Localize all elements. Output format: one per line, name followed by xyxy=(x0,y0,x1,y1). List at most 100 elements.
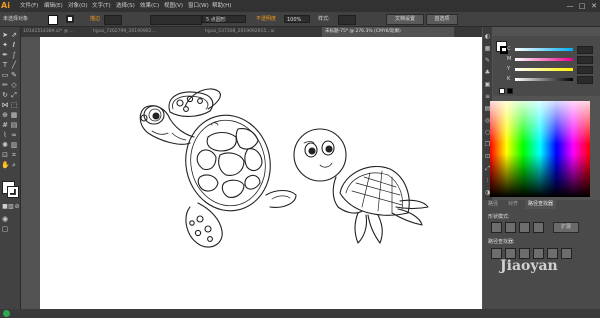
eraser-tool-icon[interactable]: ◇ xyxy=(10,81,18,89)
variable-width-profile[interactable] xyxy=(150,15,202,25)
menu-edit[interactable]: 编辑(E) xyxy=(44,1,63,11)
perspective-grid-tool-icon[interactable]: ▦ xyxy=(10,111,18,119)
yellow-label: Y xyxy=(507,66,511,72)
yellow-gradient xyxy=(515,68,573,71)
document-tabs: 1014151438¥.ai* @ ... hjpai_7262799_2019… xyxy=(20,27,482,37)
blend-tool-icon[interactable]: ∞ xyxy=(10,131,18,139)
shape-builder-tool-icon[interactable]: ⊕ xyxy=(1,111,9,119)
swatches-panel-icon[interactable]: ▦ xyxy=(484,45,491,52)
artboard[interactable] xyxy=(40,37,482,309)
black-value-field[interactable] xyxy=(577,76,593,84)
color-panel: C M Y K xyxy=(493,36,600,96)
minus-front-icon[interactable] xyxy=(505,222,516,233)
lasso-tool-icon[interactable]: ℓ xyxy=(10,41,18,49)
exclude-icon[interactable] xyxy=(533,222,544,233)
mesh-tool-icon[interactable]: # xyxy=(1,121,9,129)
pencil-tool-icon[interactable]: ✏ xyxy=(1,81,9,89)
magenta-gradient xyxy=(515,58,573,61)
gradient-tool-icon[interactable]: ▤ xyxy=(10,121,18,129)
graphic-style-dropdown[interactable] xyxy=(338,15,356,25)
tab-doc-2[interactable]: hjpai_7262799_20190902... xyxy=(90,27,200,37)
opacity-field[interactable]: 100% xyxy=(284,15,310,23)
cyan-label: C xyxy=(507,46,511,52)
document-setup-button[interactable]: 文档设置 xyxy=(386,14,424,25)
preferences-button[interactable]: 首选项 xyxy=(426,14,458,25)
black-slider[interactable]: K xyxy=(507,76,595,84)
brush-definition[interactable]: 5 点圆形 xyxy=(202,15,246,23)
width-tool-icon[interactable]: ⋈ xyxy=(1,101,9,109)
pen-tool-icon[interactable]: ✒ xyxy=(1,51,9,59)
brush-definition-label: 5 点圆形 xyxy=(206,17,226,23)
zoom-tool-icon[interactable]: ⌕ xyxy=(10,161,18,169)
paintbrush-tool-icon[interactable]: ✎ xyxy=(10,71,18,79)
rotate-tool-icon[interactable]: ↻ xyxy=(1,91,9,99)
black-gradient xyxy=(515,78,573,81)
menu-type[interactable]: 文字(T) xyxy=(92,1,111,11)
none-swatch[interactable] xyxy=(499,88,505,94)
screen-mode-icon[interactable]: ▢ xyxy=(1,225,9,233)
black-swatch[interactable] xyxy=(507,88,513,94)
close-button[interactable]: ✕ xyxy=(588,0,600,12)
maximize-button[interactable]: □ xyxy=(576,0,588,12)
minimize-button[interactable]: — xyxy=(564,0,576,12)
unite-icon[interactable] xyxy=(491,222,502,233)
column-graph-tool-icon[interactable]: ▥ xyxy=(10,141,18,149)
free-transform-tool-icon[interactable]: ⬚ xyxy=(10,101,18,109)
opacity-value: 100% xyxy=(287,17,302,23)
shape-modes-label: 形状模式: xyxy=(488,214,510,220)
cyan-value-field[interactable] xyxy=(577,46,593,54)
opacity-label: 不透明度 xyxy=(256,16,277,22)
draw-mode-icon[interactable]: ◉ xyxy=(1,215,9,223)
menu-window[interactable]: 窗口(W) xyxy=(188,1,209,11)
curvature-tool-icon[interactable]: ∫ xyxy=(10,51,18,59)
rectangle-tool-icon[interactable]: ▭ xyxy=(1,71,9,79)
scale-tool-icon[interactable]: ⤢ xyxy=(10,91,18,99)
tab-align[interactable]: 对齐 xyxy=(505,200,521,209)
menu-object[interactable]: 对象(O) xyxy=(68,1,88,11)
none-mode-icon[interactable]: ⊘ xyxy=(13,203,21,211)
tab-pathfinder[interactable]: 路径查找器 xyxy=(525,200,557,209)
slice-tool-icon[interactable]: ⌗ xyxy=(10,151,18,159)
symbol-sprayer-tool-icon[interactable]: ✺ xyxy=(1,141,9,149)
brushes-panel-icon[interactable]: ✎ xyxy=(484,57,491,64)
magenta-label: M xyxy=(507,56,512,62)
hand-tool-icon[interactable]: ✋ xyxy=(1,161,10,169)
direct-selection-tool-icon[interactable]: ⇗ xyxy=(10,31,18,39)
control-bar: 未选择对象 描边 5 点圆形 不透明度 100% 样式: 文档设置 首选项 xyxy=(0,12,600,27)
menu-select[interactable]: 选择(S) xyxy=(116,1,135,11)
pathfinders-label: 路径查找器: xyxy=(488,239,515,245)
stroke-color-icon[interactable] xyxy=(7,186,19,198)
color-spectrum[interactable] xyxy=(490,101,590,197)
stroke-weight-field[interactable] xyxy=(104,15,122,25)
minus-back-icon[interactable] xyxy=(561,248,572,259)
line-tool-icon[interactable]: ╱ xyxy=(10,61,18,69)
yellow-value-field[interactable] xyxy=(577,66,593,74)
artboard-tool-icon[interactable]: ⊡ xyxy=(1,151,9,159)
menu-effect[interactable]: 效果(C) xyxy=(140,1,159,11)
tab-doc-3[interactable]: hjpai_537308_2019092915...ai xyxy=(202,27,320,37)
type-tool-icon[interactable]: T xyxy=(1,61,9,69)
magic-wand-tool-icon[interactable]: ✦ xyxy=(1,41,9,49)
stroke-panel-icon[interactable]: ≡ xyxy=(484,93,491,100)
menu-help[interactable]: 帮助(H) xyxy=(212,1,231,11)
selection-tool-icon[interactable]: ➤ xyxy=(1,31,9,39)
tab-doc-1[interactable]: 1014151438¥.ai* @ ... xyxy=(20,27,88,37)
tab-paths[interactable]: 路径 xyxy=(485,200,501,209)
eyedropper-tool-icon[interactable]: ⌇ xyxy=(1,131,9,139)
magenta-slider[interactable]: M xyxy=(507,56,595,64)
magenta-value-field[interactable] xyxy=(577,56,593,64)
tab-doc-active[interactable]: 未标题-75* @ 276.3% (CMYK/轮廓) xyxy=(322,27,454,37)
menu-file[interactable]: 文件(F) xyxy=(20,1,38,11)
black-label: K xyxy=(507,76,511,82)
symbols-panel-icon[interactable]: ♣ xyxy=(484,69,491,76)
intersect-icon[interactable] xyxy=(519,222,530,233)
expand-button[interactable]: 扩展 xyxy=(553,222,579,233)
stroke-swatch[interactable] xyxy=(66,15,74,23)
menu-view[interactable]: 视图(V) xyxy=(164,1,183,11)
graphic-styles-panel-icon[interactable]: ▣ xyxy=(484,81,491,88)
cyan-slider[interactable]: C xyxy=(507,46,595,54)
stroke-label: 描边 xyxy=(90,16,101,22)
fill-swatch[interactable] xyxy=(48,15,58,25)
yellow-slider[interactable]: Y xyxy=(507,66,595,74)
color-panel-icon[interactable]: ◐ xyxy=(484,33,491,40)
